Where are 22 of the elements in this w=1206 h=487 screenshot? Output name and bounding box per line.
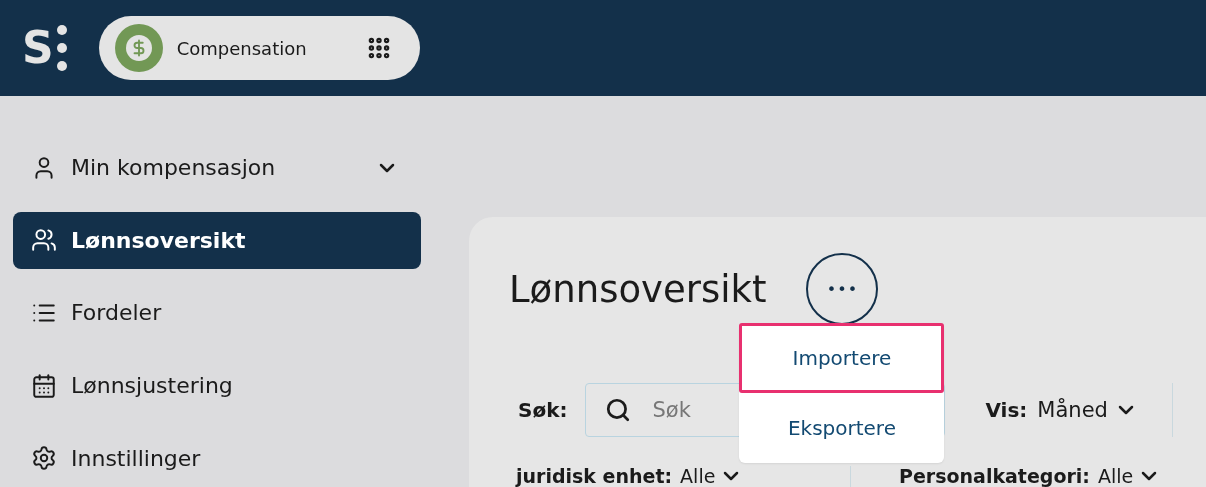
sidebar-item[interactable]: Innstillinger — [13, 429, 421, 487]
filter-select[interactable]: juridisk enhet: Alle — [516, 466, 850, 487]
chevron-icon — [723, 471, 740, 482]
sidebar-item[interactable]: Lønnsoversikt — [13, 211, 421, 270]
sidebar-item[interactable]: Lønnsjustering — [13, 356, 421, 415]
search-icon — [605, 397, 632, 423]
calendar-icon — [31, 372, 57, 399]
page-title: Lønnsoversikt — [509, 267, 767, 311]
people-icon — [31, 227, 57, 254]
chevron-icon — [1141, 471, 1158, 482]
sidebar-item[interactable]: Fordeler — [13, 284, 421, 342]
filter-select[interactable]: Personalkategori: Alle — [899, 466, 1206, 487]
settings-icon — [31, 445, 57, 472]
view-select[interactable]: Vis: Måned — [985, 398, 1134, 422]
dollar-icon — [114, 24, 163, 72]
menu-item[interactable]: Importere — [739, 323, 945, 393]
chevron-icon — [1117, 405, 1134, 415]
logo: S — [22, 24, 68, 72]
app-switcher[interactable]: Compensation — [98, 16, 420, 80]
search-label: Søk: — [518, 398, 568, 422]
menu-item[interactable]: Eksportere — [739, 393, 945, 463]
sidebar-item[interactable]: Min kompensasjon — [13, 139, 421, 197]
